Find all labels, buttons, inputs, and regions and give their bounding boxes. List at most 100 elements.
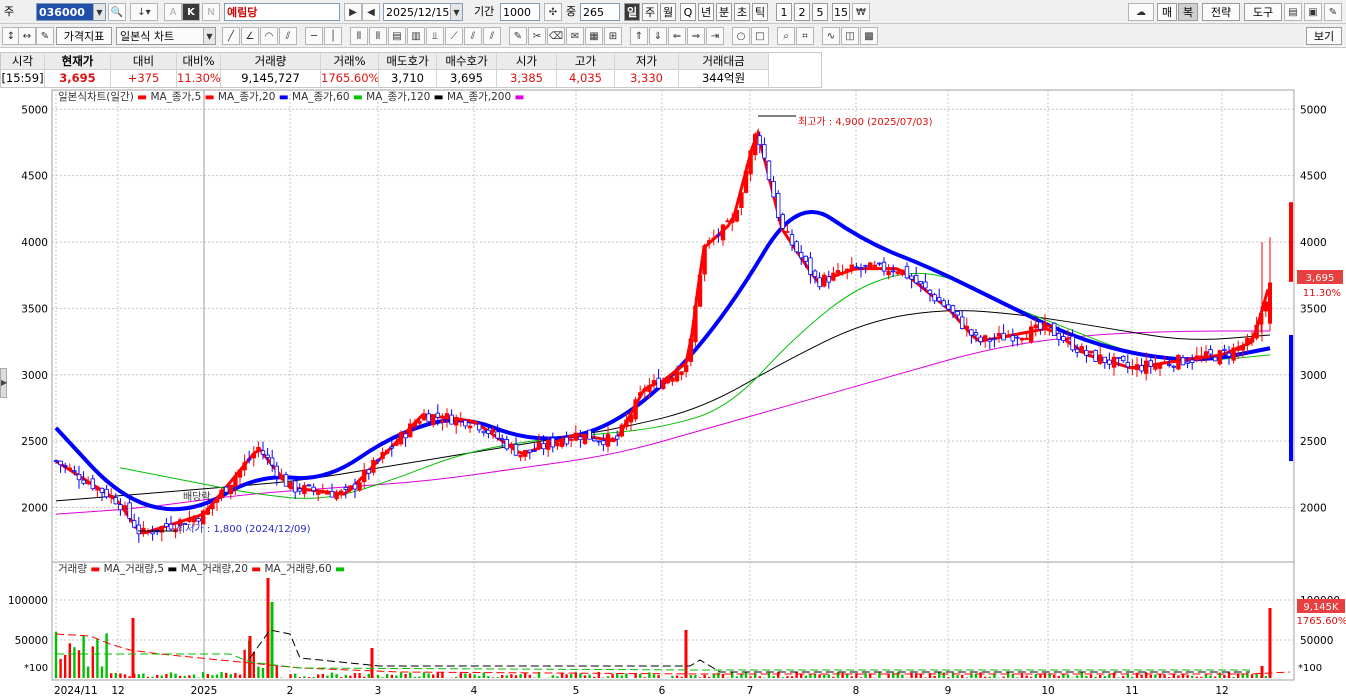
arc-icon[interactable]: ◠ [260,27,278,45]
prev-icon[interactable]: ◀ [362,3,380,21]
period-button-11[interactable]: 15 [832,3,850,21]
period-button-6[interactable]: 초 [734,3,750,21]
arrow-left-icon[interactable]: ⇐ [668,27,686,45]
rectangle-icon[interactable]: □ [751,27,769,45]
crosshair-icon[interactable]: ✣ [544,3,562,21]
zoom-icon[interactable]: ⌕ [777,27,795,45]
candle-body-100 [513,443,519,456]
columns-icon[interactable]: ▥ [407,27,425,45]
edit-icon[interactable]: ✎ [36,27,54,45]
wave-icon[interactable]: ∿ [822,27,840,45]
arrow-right-icon[interactable]: ⇒ [687,27,705,45]
stock-chart[interactable]: 5000 5000 4500 4500 4000 4000 3500 3500 3000 3000… [0,88,1346,698]
cut-icon[interactable]: ✂ [528,27,546,45]
date-input[interactable]: 2025/12/15 ▼ [383,3,463,21]
period-button-4[interactable]: 년 [698,3,714,21]
pen-icon[interactable]: ✎ [509,27,527,45]
arrow-up-icon[interactable]: ⇑ [630,27,648,45]
vol-bar-242 [1168,677,1171,678]
candle-body-214 [1038,321,1043,330]
period-button-3[interactable]: Q [680,3,696,21]
circle-icon[interactable]: ○ [732,27,750,45]
table-icon[interactable]: ▤ [388,27,406,45]
save-icon[interactable]: ▣ [1304,3,1322,21]
arrow-down-icon[interactable]: ⇓ [649,27,667,45]
trendline-icon[interactable]: ╱ [222,27,240,45]
candle-body-131 [656,377,661,389]
period-button-7[interactable]: 틱 [752,3,768,21]
chevron-down-icon[interactable]: ▼ [203,28,215,44]
period-button-8[interactable]: 1 [776,3,792,21]
candle-body-174 [854,266,859,269]
period-input[interactable]: 1000 [500,3,540,21]
fan-icon[interactable]: ⫽ [279,27,297,45]
target-icon[interactable]: ⌗ [796,27,814,45]
angle-icon[interactable]: ∠ [241,27,259,45]
candle-body-175 [858,267,864,270]
vertical-line-icon[interactable]: │ [324,27,342,45]
period-button-0[interactable]: 일 [624,3,640,21]
pattern-icon[interactable]: ▦ [585,27,603,45]
leftright-arrows-icon[interactable]: ↔ [18,27,36,45]
grid-lines-icon[interactable]: ⦀ [350,27,368,45]
quote-header-2: 대비 [111,53,177,70]
settings-grid-icon[interactable]: ▩ [860,27,878,45]
a-button[interactable]: A [164,3,182,21]
candle-body-231 [1116,357,1121,359]
arrow-end-icon[interactable]: ⇥ [706,27,724,45]
parallel-icon[interactable]: ⫽ [464,27,482,45]
y-tick-left-3: 3500 [21,303,48,315]
sort-icon[interactable]: ↓▾ [130,3,158,21]
strategy-button[interactable]: 전략 [1202,3,1240,21]
candle-body-80 [421,413,427,421]
candle-body-68 [366,469,371,474]
eraser-icon[interactable]: ⌫ [547,27,565,45]
wrench-icon[interactable]: ✎ [1324,3,1342,21]
k-button[interactable]: K [182,3,200,21]
period-button-5[interactable]: 분 [716,3,732,21]
stock-name-field[interactable]: 예림당 [224,3,340,21]
vol-bar-122 [616,673,619,678]
x-label-3: 2 [287,685,294,697]
y-tick-left-5: 2500 [21,436,48,448]
fib-lines-icon[interactable]: ⦀ [369,27,387,45]
vol-bar-211 [1025,675,1028,678]
ray-icon[interactable]: ⟋ [445,27,463,45]
pitchfork-icon[interactable]: ⫽ [483,27,501,45]
calendar-dropdown-icon[interactable]: ▼ [450,4,462,20]
note-icon[interactable]: ✉ [566,27,584,45]
candle-body-238 [1148,360,1153,367]
cross-grid-icon[interactable]: ⊞ [604,27,622,45]
search-icon[interactable]: 🔍 [108,3,126,21]
candle-body-136 [679,371,684,376]
count-input[interactable]: 265 [580,3,620,21]
next-icon[interactable]: ▶ [344,3,362,21]
candle-body-48 [274,465,279,477]
chevron-down-icon[interactable]: ▼ [93,4,105,20]
right-button-2[interactable]: 복 [1178,3,1198,21]
cloud-icon[interactable]: ☁ [1128,3,1154,21]
period-button-1[interactable]: 주 [642,3,658,21]
candle-body-127 [638,392,643,397]
candle-body-15 [122,505,128,512]
n-button[interactable]: N [202,3,220,21]
split-icon[interactable]: ◫ [841,27,859,45]
tools-button[interactable]: 도구 [1244,3,1282,21]
vol-bar-32 [202,672,205,678]
won-icon[interactable]: ₩ [852,3,870,21]
period-button-2[interactable]: 월 [660,3,676,21]
period-button-10[interactable]: 5 [812,3,828,21]
candle-body-135 [674,371,680,382]
period-button-9[interactable]: 2 [794,3,810,21]
channel-icon[interactable]: ⫫ [426,27,444,45]
candle-body-67 [361,469,367,483]
horizontal-line-icon[interactable]: ─ [305,27,323,45]
price-indicator-button[interactable]: 가격지표 [56,27,112,45]
folder-icon[interactable]: ▤ [1284,3,1302,21]
view-button[interactable]: 보기 [1306,27,1342,45]
candle-body-148 [734,209,739,222]
right-button-1[interactable]: 매 [1157,3,1177,21]
chart-type-select[interactable]: 일본식 차트 ▼ [116,27,216,45]
vol-bar-11 [105,633,108,678]
stock-code-input[interactable]: 036000 ▼ [36,3,106,21]
